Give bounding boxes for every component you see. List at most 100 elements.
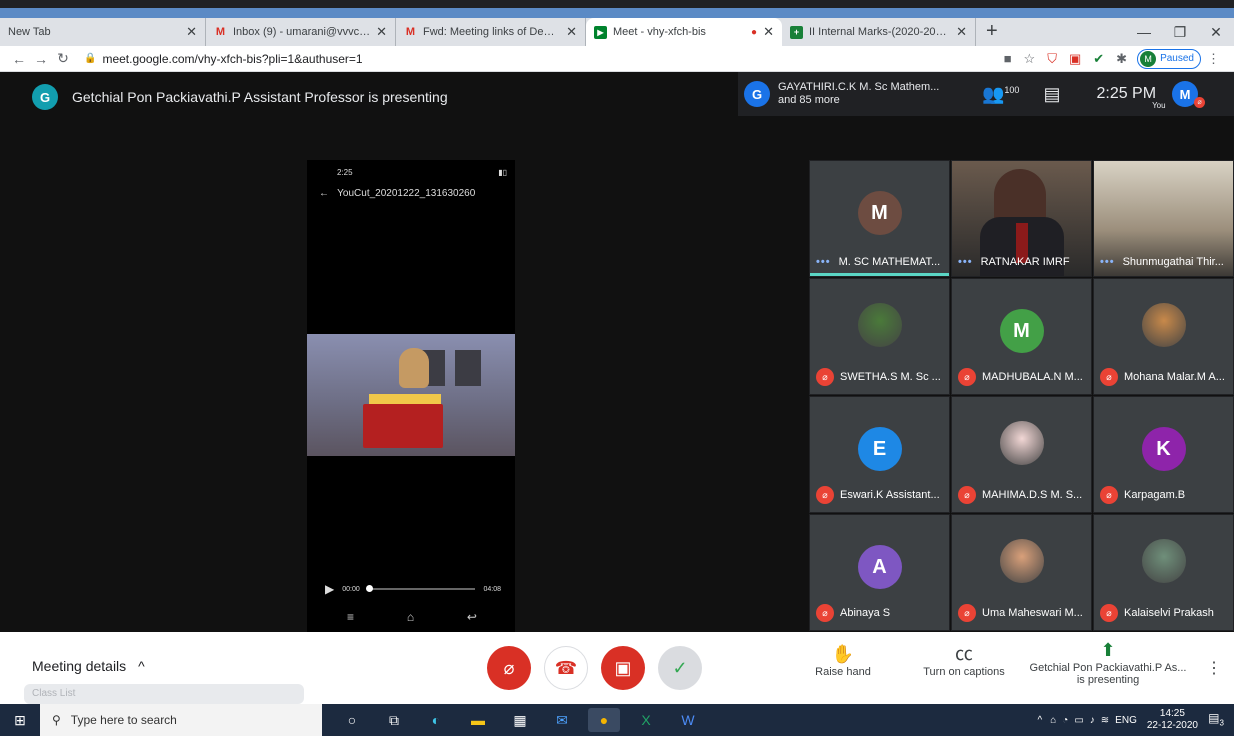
- profile-status: Paused: [1160, 53, 1194, 64]
- network-icon[interactable]: ◔: [1062, 715, 1068, 726]
- close-tab-icon[interactable]: ✕: [186, 24, 197, 40]
- participant-tile[interactable]: ⌀ Mohana Malar.M A...: [1093, 278, 1234, 395]
- word-icon[interactable]: W: [672, 708, 704, 732]
- window-close-icon[interactable]: ✕: [1198, 18, 1234, 46]
- mic-off-button[interactable]: ⌀: [487, 646, 531, 690]
- leave-call-button[interactable]: ☎: [544, 646, 588, 690]
- participant-label: ⌀ MADHUBALA.N M...: [958, 368, 1087, 386]
- extension-check-button[interactable]: ✓: [658, 646, 702, 690]
- chat-avatar: G: [744, 81, 770, 107]
- camera-icon[interactable]: ■: [1004, 51, 1012, 66]
- participant-tile[interactable]: ••• RATNAKAR IMRF: [951, 160, 1092, 277]
- seek-bar[interactable]: [365, 585, 476, 592]
- participant-tile[interactable]: E ⌀ Eswari.K Assistant...: [809, 396, 950, 513]
- chat-preview[interactable]: G GAYATHIRI.C.K M. Sc Mathem... and 85 m…: [738, 81, 958, 107]
- presenting-button[interactable]: ⬆ Getchial Pon Packiavathi.P As... is pr…: [1026, 638, 1190, 686]
- task-view-icon[interactable]: ⧉: [378, 708, 410, 732]
- participant-tile[interactable]: ⌀ Uma Maheswari M...: [951, 514, 1092, 631]
- close-tab-icon[interactable]: ✕: [763, 24, 774, 40]
- new-tab-button[interactable]: +: [976, 18, 1008, 46]
- excel-icon[interactable]: X: [630, 708, 662, 732]
- audio-level-icon: •••: [958, 256, 973, 268]
- tab-title: Inbox (9) - umarani@vvvcollege.: [233, 26, 371, 38]
- url-field[interactable]: 🔒 meet.google.com/vhy-xfch-bis?pli=1&aut…: [84, 52, 363, 66]
- participant-avatar: K: [1141, 427, 1186, 471]
- notification-center-icon[interactable]: ▤3: [1206, 711, 1226, 729]
- mail-icon[interactable]: ✉: [546, 708, 578, 732]
- extensions-puzzle-icon[interactable]: ✱: [1116, 51, 1127, 67]
- video-frame: [307, 334, 515, 456]
- mic-off-icon: ⌀: [816, 486, 834, 504]
- hang-up-icon: ☎: [554, 657, 578, 678]
- chrome-icon[interactable]: ●: [588, 708, 620, 732]
- pdf-icon[interactable]: ▣: [1069, 51, 1081, 67]
- edge-icon[interactable]: ◐: [420, 708, 452, 732]
- statue-shape: [399, 348, 429, 388]
- sheets-icon: +: [790, 25, 803, 39]
- close-tab-icon[interactable]: ✕: [956, 24, 967, 40]
- wifi-icon[interactable]: ≋: [1101, 715, 1109, 726]
- self-view[interactable]: M You ⌀: [1152, 81, 1206, 110]
- seek-knob[interactable]: [365, 585, 373, 592]
- close-tab-icon[interactable]: ✕: [566, 24, 577, 40]
- self-mic-off-icon: ⌀: [1194, 97, 1206, 108]
- mic-off-icon: ⌀: [958, 486, 976, 504]
- play-icon[interactable]: ▶: [325, 582, 334, 596]
- participant-label: ••• Shunmugathai Thir...: [1100, 256, 1229, 268]
- profile-button[interactable]: M Paused: [1137, 48, 1201, 69]
- store-icon[interactable]: ▦: [504, 708, 536, 732]
- meeting-details-button[interactable]: Meeting details ^: [32, 658, 145, 674]
- meet-control-bar: Meeting details ^ Class List ⌀ ☎ ▣ ✓ ✋ R…: [0, 632, 1234, 704]
- volume-icon[interactable]: ♪: [1090, 715, 1095, 726]
- participant-name: Mohana Malar.M A...: [1124, 371, 1225, 383]
- battery-icon[interactable]: ▭: [1074, 715, 1083, 726]
- reload-icon[interactable]: ↻: [52, 50, 74, 67]
- participant-tile[interactable]: M ••• M. SC MATHEMAT...: [809, 160, 950, 277]
- tab-sheets[interactable]: + II Internal Marks-(2020-2021)-Od ✕: [782, 18, 976, 46]
- participant-tile[interactable]: ••• Shunmugathai Thir...: [1093, 160, 1234, 277]
- taskbar-search-box[interactable]: ⚲ Type here to search: [40, 704, 322, 736]
- pocket-icon[interactable]: ⛉: [1047, 51, 1057, 67]
- windows-start-icon[interactable]: ⊞: [0, 712, 40, 729]
- camera-off-button[interactable]: ▣: [601, 646, 645, 690]
- raise-hand-button[interactable]: ✋ Raise hand: [808, 642, 878, 678]
- tab-meet[interactable]: ▶ Meet - vhy-xfch-bis ● ✕: [586, 18, 782, 46]
- file-explorer-icon[interactable]: ▬: [462, 708, 494, 732]
- captions-button[interactable]: ㏄ Turn on captions: [918, 642, 1010, 678]
- chrome-menu-icon[interactable]: ⋮: [1207, 51, 1220, 67]
- phone-status-time: 2:25: [337, 168, 353, 177]
- participant-name: M. SC MATHEMAT...: [838, 256, 941, 268]
- bookmark-star-icon[interactable]: ☆: [1024, 51, 1036, 67]
- profile-avatar: M: [1140, 50, 1157, 67]
- chat-icon[interactable]: ▤: [1043, 84, 1060, 105]
- participant-name: Shunmugathai Thir...: [1122, 256, 1224, 268]
- tab-gmail-inbox[interactable]: M Inbox (9) - umarani@vvvcollege. ✕: [206, 18, 396, 46]
- participant-tile[interactable]: ⌀ MAHIMA.D.S M. S...: [951, 396, 1092, 513]
- participant-tile[interactable]: M ⌀ MADHUBALA.N M...: [951, 278, 1092, 395]
- usb-icon[interactable]: ⌂: [1050, 715, 1056, 726]
- language-indicator[interactable]: ENG: [1115, 715, 1137, 726]
- minimize-icon[interactable]: —: [1126, 18, 1162, 46]
- forward-icon[interactable]: →: [30, 51, 52, 67]
- tab-new-tab[interactable]: New Tab ✕: [0, 18, 206, 46]
- cortana-icon[interactable]: ○: [336, 708, 368, 732]
- participant-tile[interactable]: A ⌀ Abinaya S: [809, 514, 950, 631]
- back-icon[interactable]: ←: [8, 51, 30, 67]
- restore-icon[interactable]: ❐: [1162, 18, 1198, 46]
- people-icon[interactable]: 👥100: [982, 84, 1019, 105]
- time-start: 00:00: [342, 585, 360, 593]
- gmail-icon: M: [215, 25, 226, 38]
- chevron-up-icon[interactable]: ^: [1038, 715, 1043, 726]
- more-options-icon[interactable]: ⋮: [1206, 658, 1222, 678]
- participant-photo: [1141, 539, 1186, 583]
- check-extension-icon[interactable]: ✔: [1093, 51, 1104, 67]
- participant-tile[interactable]: ⌀ Kalaiselvi Prakash: [1093, 514, 1234, 631]
- mic-off-icon: ⌀: [1100, 486, 1118, 504]
- participant-tile[interactable]: ⌀ SWETHA.S M. Sc ...: [809, 278, 950, 395]
- taskbar-clock[interactable]: 14:25 22-12-2020: [1147, 708, 1198, 732]
- close-tab-icon[interactable]: ✕: [376, 24, 387, 40]
- participant-tile[interactable]: K ⌀ Karpagam.B: [1093, 396, 1234, 513]
- tab-gmail-fwd[interactable]: M Fwd: Meeting links of Departmen ✕: [396, 18, 586, 46]
- class-list-extension[interactable]: Class List: [24, 684, 304, 704]
- mic-off-icon: ⌀: [958, 368, 976, 386]
